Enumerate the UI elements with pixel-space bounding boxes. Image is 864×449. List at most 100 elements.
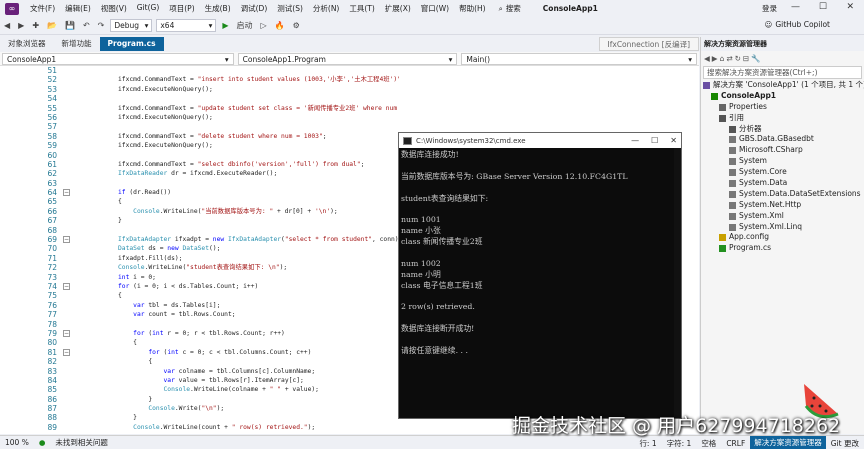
- menu-item[interactable]: 文件(F): [25, 3, 60, 14]
- refresh-icon[interactable]: ↻: [735, 54, 741, 63]
- app-title: ConsoleApp1: [542, 4, 598, 13]
- properties-icon[interactable]: 🔧: [751, 54, 760, 63]
- tree-item[interactable]: Properties: [701, 102, 864, 113]
- menu-item[interactable]: 项目(P): [164, 3, 199, 14]
- code-line: var count = tbl.Rows.Count;: [133, 311, 236, 319]
- minimize-icon[interactable]: —: [791, 2, 800, 12]
- close-icon[interactable]: ✕: [846, 2, 854, 12]
- tree-item[interactable]: System.Net.Http: [701, 200, 864, 211]
- tab-program-cs[interactable]: Program.cs: [99, 37, 164, 51]
- menu-item[interactable]: Git(G): [132, 3, 165, 14]
- fold-toggle-icon[interactable]: −: [63, 349, 70, 356]
- indent-mode[interactable]: 空格: [696, 438, 721, 449]
- menu-item[interactable]: 编辑(E): [60, 3, 96, 14]
- tree-item[interactable]: ConsoleApp1: [701, 91, 864, 102]
- tree-item[interactable]: App.config: [701, 232, 864, 243]
- maximize-icon[interactable]: ☐: [819, 2, 827, 12]
- cmd-scrollbar[interactable]: [674, 148, 681, 418]
- visual-studio-logo-icon: ∞: [5, 2, 19, 15]
- menu-item[interactable]: 分析(N): [308, 3, 344, 14]
- cursor-row[interactable]: 行: 1: [634, 438, 661, 449]
- menu-item[interactable]: 调试(D): [236, 3, 273, 14]
- back-icon[interactable]: ◀: [0, 21, 14, 30]
- tools-icon[interactable]: ⚙: [289, 21, 304, 30]
- cmd-close-icon[interactable]: ✕: [670, 136, 677, 145]
- copilot-button[interactable]: ☺ GitHub Copilot: [765, 20, 831, 29]
- collapse-all-icon[interactable]: ⊟: [743, 54, 749, 63]
- fold-toggle-icon[interactable]: −: [63, 189, 70, 197]
- solution-explorer: 解决方案资源管理器 ◀ ▶ ⌂ ⇄ ↻ ⊟ 🔧 搜索解决方案资源管理器(Ctrl…: [700, 37, 864, 434]
- menu-item[interactable]: 生成(B): [200, 3, 236, 14]
- project-dropdown[interactable]: ConsoleApp1 ▾: [2, 53, 234, 65]
- console-line: 请按任意键继续. . .: [401, 346, 468, 356]
- sync-icon[interactable]: ⇄: [726, 54, 732, 63]
- cmd-maximize-icon[interactable]: ☐: [651, 136, 658, 145]
- tree-item[interactable]: Program.cs: [701, 243, 864, 254]
- tree-item[interactable]: 引用: [701, 113, 864, 124]
- menu-item[interactable]: 帮助(H): [454, 3, 491, 14]
- forward-icon[interactable]: ▶: [14, 21, 28, 30]
- save-icon[interactable]: 💾: [61, 21, 79, 30]
- tab-whats-new[interactable]: 新增功能: [54, 37, 100, 51]
- menu-item[interactable]: 扩展(X): [380, 3, 416, 14]
- chevron-down-icon: ▾: [144, 21, 149, 30]
- menu-item[interactable]: 视图(V): [96, 3, 132, 14]
- tree-item-label: 解决方案 'ConsoleApp1' (1 个项目, 共 1 个): [713, 80, 864, 89]
- fold-toggle-icon[interactable]: −: [63, 330, 70, 338]
- menu-item[interactable]: 测试(S): [272, 3, 308, 14]
- tab-ifxconnection[interactable]: IfxConnection [反编译]: [598, 37, 699, 51]
- zoom-level[interactable]: 100 %: [0, 438, 34, 447]
- fold-toggle-icon[interactable]: −: [63, 236, 70, 244]
- tree-item[interactable]: System.Xml.Linq: [701, 222, 864, 233]
- chevron-down-icon: ▾: [224, 55, 229, 64]
- tree-item[interactable]: System.Data: [701, 178, 864, 189]
- tab-object-browser[interactable]: 对象浏览器: [0, 37, 54, 51]
- hot-reload-icon[interactable]: 🔥: [271, 21, 289, 30]
- code-line: {: [118, 339, 137, 347]
- cursor-char[interactable]: 字符: 1: [662, 438, 697, 449]
- fold-toggle-icon[interactable]: −: [63, 283, 70, 291]
- member-dropdown[interactable]: Main() ▾: [461, 53, 697, 65]
- open-icon[interactable]: 📂: [43, 21, 61, 30]
- redo-icon[interactable]: ↷: [94, 21, 109, 30]
- line-number: 85: [47, 385, 57, 395]
- tree-item[interactable]: System.Core: [701, 167, 864, 178]
- solution-search-input[interactable]: 搜索解决方案资源管理器(Ctrl+;): [703, 66, 862, 79]
- menu-items: 文件(F) 编辑(E) 视图(V) Git(G) 项目(P) 生成(B) 调试(D) 测试(S…: [25, 3, 491, 14]
- tree-item[interactable]: 解决方案 'ConsoleApp1' (1 个项目, 共 1 个): [701, 80, 864, 91]
- line-number: 79: [47, 328, 57, 338]
- search-box[interactable]: ⌕ 搜索: [499, 3, 521, 14]
- tree-item[interactable]: 分析器: [701, 124, 864, 135]
- csharp-file-icon: [719, 245, 726, 253]
- line-number: 73: [47, 272, 57, 282]
- class-dropdown[interactable]: ConsoleApp1.Program ▾: [237, 53, 458, 65]
- cmd-window[interactable]: C:\Windows\system32\cmd.exe — ☐ ✕ 数据库连接成…: [398, 132, 682, 419]
- console-line: 数据库连接成功!: [401, 150, 459, 159]
- tree-item[interactable]: System.Xml: [701, 211, 864, 222]
- platform-dropdown[interactable]: x64 ▾: [156, 19, 217, 32]
- cmd-minimize-icon[interactable]: —: [631, 136, 639, 145]
- tree-item[interactable]: System: [701, 156, 864, 167]
- menu-item[interactable]: 工具(T): [344, 3, 379, 14]
- start-button[interactable]: 启动: [233, 20, 257, 31]
- start-without-debug-icon[interactable]: ▷: [257, 21, 271, 30]
- code-line: ifxcmd.CommandText = "delete student whe…: [118, 132, 327, 140]
- menu-item[interactable]: 窗口(W): [416, 3, 454, 14]
- code-area[interactable]: ifxcmd.CommandText = "insert into studen…: [76, 66, 399, 434]
- tree-item[interactable]: System.Data.DataSetExtensions: [701, 189, 864, 200]
- new-item-icon[interactable]: ✚: [28, 21, 43, 30]
- forward-icon[interactable]: ▶: [712, 54, 718, 63]
- home-icon[interactable]: ⌂: [720, 54, 725, 63]
- search-label: 搜索: [505, 4, 521, 13]
- undo-icon[interactable]: ↶: [79, 21, 94, 30]
- tree-item[interactable]: Microsoft.CSharp: [701, 145, 864, 156]
- start-icon[interactable]: ▶: [218, 21, 232, 30]
- tree-item[interactable]: GBS.Data.GBasedbt: [701, 134, 864, 145]
- back-icon[interactable]: ◀: [704, 54, 710, 63]
- login-button[interactable]: 登录: [762, 3, 777, 14]
- git-changes-tab[interactable]: Git 更改: [826, 438, 864, 449]
- issues-status[interactable]: 未找到相关问题: [50, 437, 113, 448]
- config-dropdown[interactable]: Debug ▾: [110, 19, 153, 32]
- line-ending[interactable]: CRLF: [721, 439, 750, 448]
